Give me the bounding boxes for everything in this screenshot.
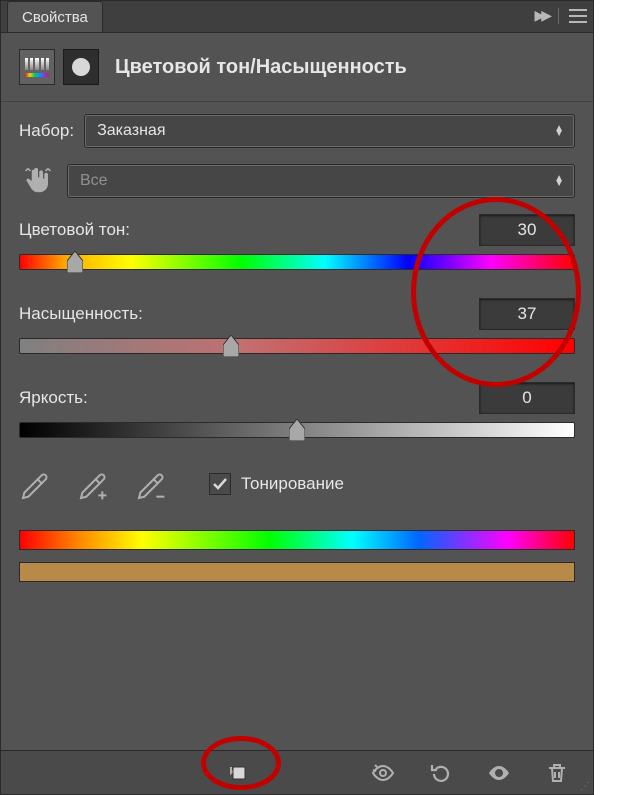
lightness-slider-group: Яркость: 0	[19, 382, 575, 438]
adjustment-header: Цветовой тон/Насыщенность	[1, 33, 593, 101]
saturation-label: Насыщенность:	[19, 304, 143, 324]
preset-row: Набор: Заказная ▲▼	[19, 114, 575, 148]
tab-bar-controls: ▶▶	[534, 7, 587, 24]
view-previous-state-button[interactable]	[367, 757, 399, 789]
chevron-updown-icon: ▲▼	[554, 126, 564, 136]
channel-row: Все ▲▼	[19, 162, 575, 200]
bottom-bar: ⋰	[1, 750, 593, 794]
preset-value: Заказная	[97, 122, 165, 140]
lightness-thumb[interactable]	[289, 419, 305, 441]
reset-button[interactable]	[425, 757, 457, 789]
checkmark-icon	[209, 473, 231, 495]
input-ramp	[19, 530, 575, 550]
tool-row: Тонирование	[19, 466, 575, 502]
clip-to-layer-button[interactable]	[221, 757, 253, 789]
tab-properties[interactable]: Свойства	[7, 1, 103, 32]
adjustment-title: Цветовой тон/Насыщенность	[115, 56, 407, 79]
hue-slider-group: Цветовой тон: 30	[19, 214, 575, 270]
flyout-menu-icon[interactable]	[569, 9, 587, 23]
divider	[558, 8, 559, 24]
targeted-adjustment-icon[interactable]	[19, 162, 57, 200]
controls-section: Набор: Заказная ▲▼ Все ▲▼ Цветовой тон: …	[1, 101, 593, 582]
eyedropper-plus-icon[interactable]	[77, 466, 113, 502]
tab-label: Свойства	[22, 9, 88, 26]
saturation-thumb[interactable]	[223, 335, 239, 357]
output-ramp	[19, 562, 575, 582]
color-ramps	[19, 530, 575, 582]
channel-value: Все	[80, 172, 108, 190]
lightness-value-input[interactable]: 0	[479, 382, 575, 414]
saturation-value-input[interactable]: 37	[479, 298, 575, 330]
hue-value-input[interactable]: 30	[479, 214, 575, 246]
lightness-track[interactable]	[19, 422, 575, 438]
saturation-track[interactable]	[19, 338, 575, 354]
colorize-label: Тонирование	[241, 474, 344, 494]
lightness-label: Яркость:	[19, 388, 88, 408]
properties-panel: Свойства ▶▶ Цветовой тон/Насыщенность На…	[0, 0, 594, 795]
preset-dropdown[interactable]: Заказная ▲▼	[84, 114, 575, 148]
eyedropper-minus-icon[interactable]	[135, 466, 171, 502]
hue-track[interactable]	[19, 254, 575, 270]
hue-thumb[interactable]	[67, 251, 83, 273]
tab-bar: Свойства ▶▶	[1, 1, 593, 33]
eyedropper-icon[interactable]	[19, 466, 55, 502]
preset-label: Набор:	[19, 121, 74, 141]
collapse-icon[interactable]: ▶▶	[534, 7, 548, 24]
toggle-visibility-button[interactable]	[483, 757, 515, 789]
chevron-updown-icon: ▲▼	[554, 176, 564, 186]
hue-saturation-icon[interactable]	[19, 49, 55, 85]
hue-label: Цветовой тон:	[19, 220, 130, 240]
layer-mask-icon[interactable]	[63, 49, 99, 85]
channel-dropdown[interactable]: Все ▲▼	[67, 164, 575, 198]
resize-grip-icon[interactable]: ⋰	[580, 781, 589, 792]
saturation-slider-group: Насыщенность: 37	[19, 298, 575, 354]
colorize-checkbox[interactable]: Тонирование	[209, 473, 344, 495]
delete-button[interactable]	[541, 757, 573, 789]
